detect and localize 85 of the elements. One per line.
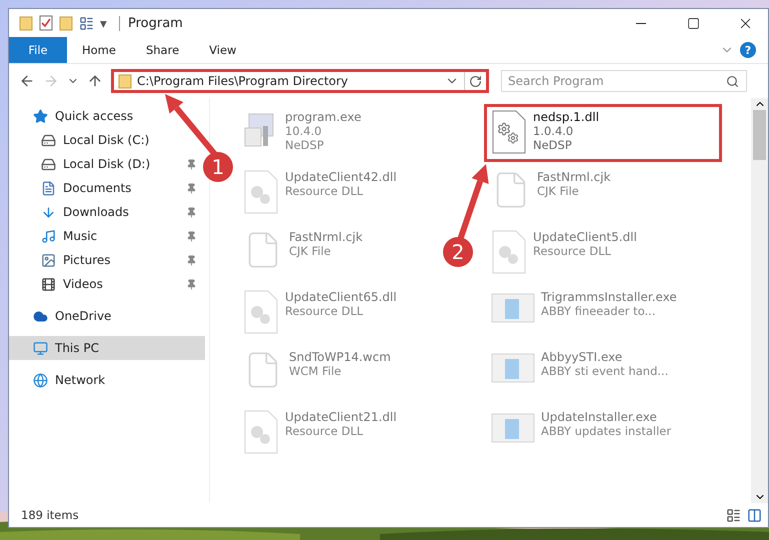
- folder-icon: [118, 73, 132, 89]
- ribbon-tab[interactable]: Share: [130, 37, 194, 63]
- file-tile[interactable]: nedsp.1.dll 1.0.4.0 NeDSP: [484, 104, 722, 162]
- back-button[interactable]: [19, 73, 35, 89]
- disk-c-icon: [41, 132, 56, 148]
- file-detail: ABBY fineeader to...: [541, 304, 656, 318]
- file-name: FastNrml.cjk: [289, 230, 363, 244]
- file-detail: 1.0.4.0: [533, 124, 574, 138]
- file-detail: Resource DLL: [285, 424, 364, 438]
- scroll-thumb[interactable]: [753, 110, 766, 160]
- file-name: UpdateClient5.dll: [533, 230, 637, 244]
- file-tile[interactable]: UpdateInstaller.exe ABBY updates installer: [484, 404, 678, 462]
- pictures-icon: [41, 252, 56, 268]
- sidebar-item[interactable]: Local Disk (C:): [9, 128, 158, 152]
- file-name: FastNrml.cjk: [537, 170, 611, 184]
- sidebar-item[interactable]: Documents: [9, 176, 205, 200]
- music-icon: [41, 228, 56, 244]
- file-tile[interactable]: SndToWP14.wcm WCM File: [236, 344, 398, 402]
- sidebar-item[interactable]: Local Disk (D:): [9, 152, 205, 176]
- file-detail: NeDSP: [285, 138, 325, 152]
- window-title: Program: [119, 16, 612, 30]
- file-tile[interactable]: UpdateClient21.dll Resource DLL: [236, 404, 404, 462]
- gear-file-icon: [243, 410, 279, 454]
- gear-file-icon: [243, 170, 279, 214]
- up-button[interactable]: [87, 73, 103, 89]
- file-detail: Resource DLL: [285, 184, 364, 198]
- ribbon-tab[interactable]: View: [194, 37, 252, 63]
- file-name: UpdateInstaller.exe: [541, 410, 658, 424]
- videos-icon: [41, 276, 56, 292]
- sidebar-item[interactable]: This PC: [9, 336, 205, 360]
- file-name: nedsp.1.dll: [533, 110, 600, 124]
- documents-icon: [41, 180, 56, 196]
- gear-file-icon: [243, 290, 279, 334]
- file-detail: ABBY updates installer: [541, 424, 672, 438]
- scrollbar[interactable]: [751, 98, 768, 503]
- file-tile[interactable]: FastNrml.cjk CJK File: [484, 164, 618, 222]
- ribbon-tab[interactable]: File: [9, 37, 67, 63]
- customize-toolbar-button[interactable]: ▾: [100, 16, 107, 30]
- help-button[interactable]: ?: [740, 42, 756, 58]
- sidebar-item[interactable]: Downloads: [9, 200, 205, 224]
- cloud-icon: [33, 308, 48, 324]
- file-detail: NeDSP: [533, 138, 573, 152]
- file-detail: 10.4.0: [285, 124, 323, 138]
- file-tile[interactable]: FastNrml.cjk CJK File: [236, 224, 370, 282]
- sidebar-item[interactable]: Network: [9, 368, 114, 392]
- file-detail: Resource DLL: [533, 244, 612, 258]
- file-name: program.exe: [285, 110, 362, 124]
- file-name: UpdateClient21.dll: [285, 410, 397, 424]
- sidebar-item[interactable]: Videos: [9, 272, 205, 296]
- address-field[interactable]: C:\Program Files\Program Directory: [111, 69, 489, 93]
- properties-icon[interactable]: [79, 16, 94, 30]
- sidebar-item[interactable]: Music: [9, 224, 205, 248]
- search-field[interactable]: Search Program: [501, 70, 747, 92]
- file-tile[interactable]: AbbyySTI.exe ABBY sti event hand...: [484, 344, 676, 402]
- details-view-icon[interactable]: [726, 508, 741, 522]
- gear-file-icon: [491, 110, 527, 154]
- checklist-icon[interactable]: [39, 15, 53, 31]
- sidebar-item[interactable]: Quick access: [9, 104, 142, 128]
- file-tile[interactable]: UpdateClient42.dll Resource DLL: [236, 164, 404, 222]
- file-name: SndToWP14.wcm: [289, 350, 391, 364]
- file-detail: CJK File: [537, 184, 580, 198]
- file-tile[interactable]: TrigrammsInstaller.exe ABBY fineeader to...: [484, 284, 684, 342]
- maximize-icon: [686, 16, 700, 30]
- refresh-icon: [469, 74, 482, 88]
- file-detail: CJK File: [289, 244, 332, 258]
- file-detail: ABBY sti event hand...: [541, 364, 668, 378]
- file-tile[interactable]: UpdateClient65.dll Resource DLL: [236, 284, 404, 342]
- minimize-icon: [636, 22, 646, 24]
- item-count: 189 items: [21, 508, 80, 522]
- gear-file-icon: [491, 230, 527, 274]
- pc-icon: [33, 340, 48, 356]
- file-tile[interactable]: UpdateClient5.dll Resource DLL: [484, 224, 644, 282]
- file-name: UpdateClient42.dll: [285, 170, 397, 184]
- sidebar-item[interactable]: OneDrive: [9, 304, 120, 328]
- star-icon: [33, 108, 48, 124]
- network-icon: [33, 372, 48, 388]
- downloads-icon: [41, 204, 56, 220]
- file-name: AbbyySTI.exe: [541, 350, 624, 364]
- ribbon-tab[interactable]: Home: [67, 37, 131, 63]
- file-detail: Resource DLL: [285, 304, 364, 318]
- sidebar-item[interactable]: Pictures: [9, 248, 205, 272]
- file-name: UpdateClient65.dll: [285, 290, 397, 304]
- file-detail: WCM File: [289, 364, 342, 378]
- file-tile[interactable]: program.exe 10.4.0 NeDSP: [236, 104, 368, 162]
- file-name: TrigrammsInstaller.exe: [541, 290, 677, 304]
